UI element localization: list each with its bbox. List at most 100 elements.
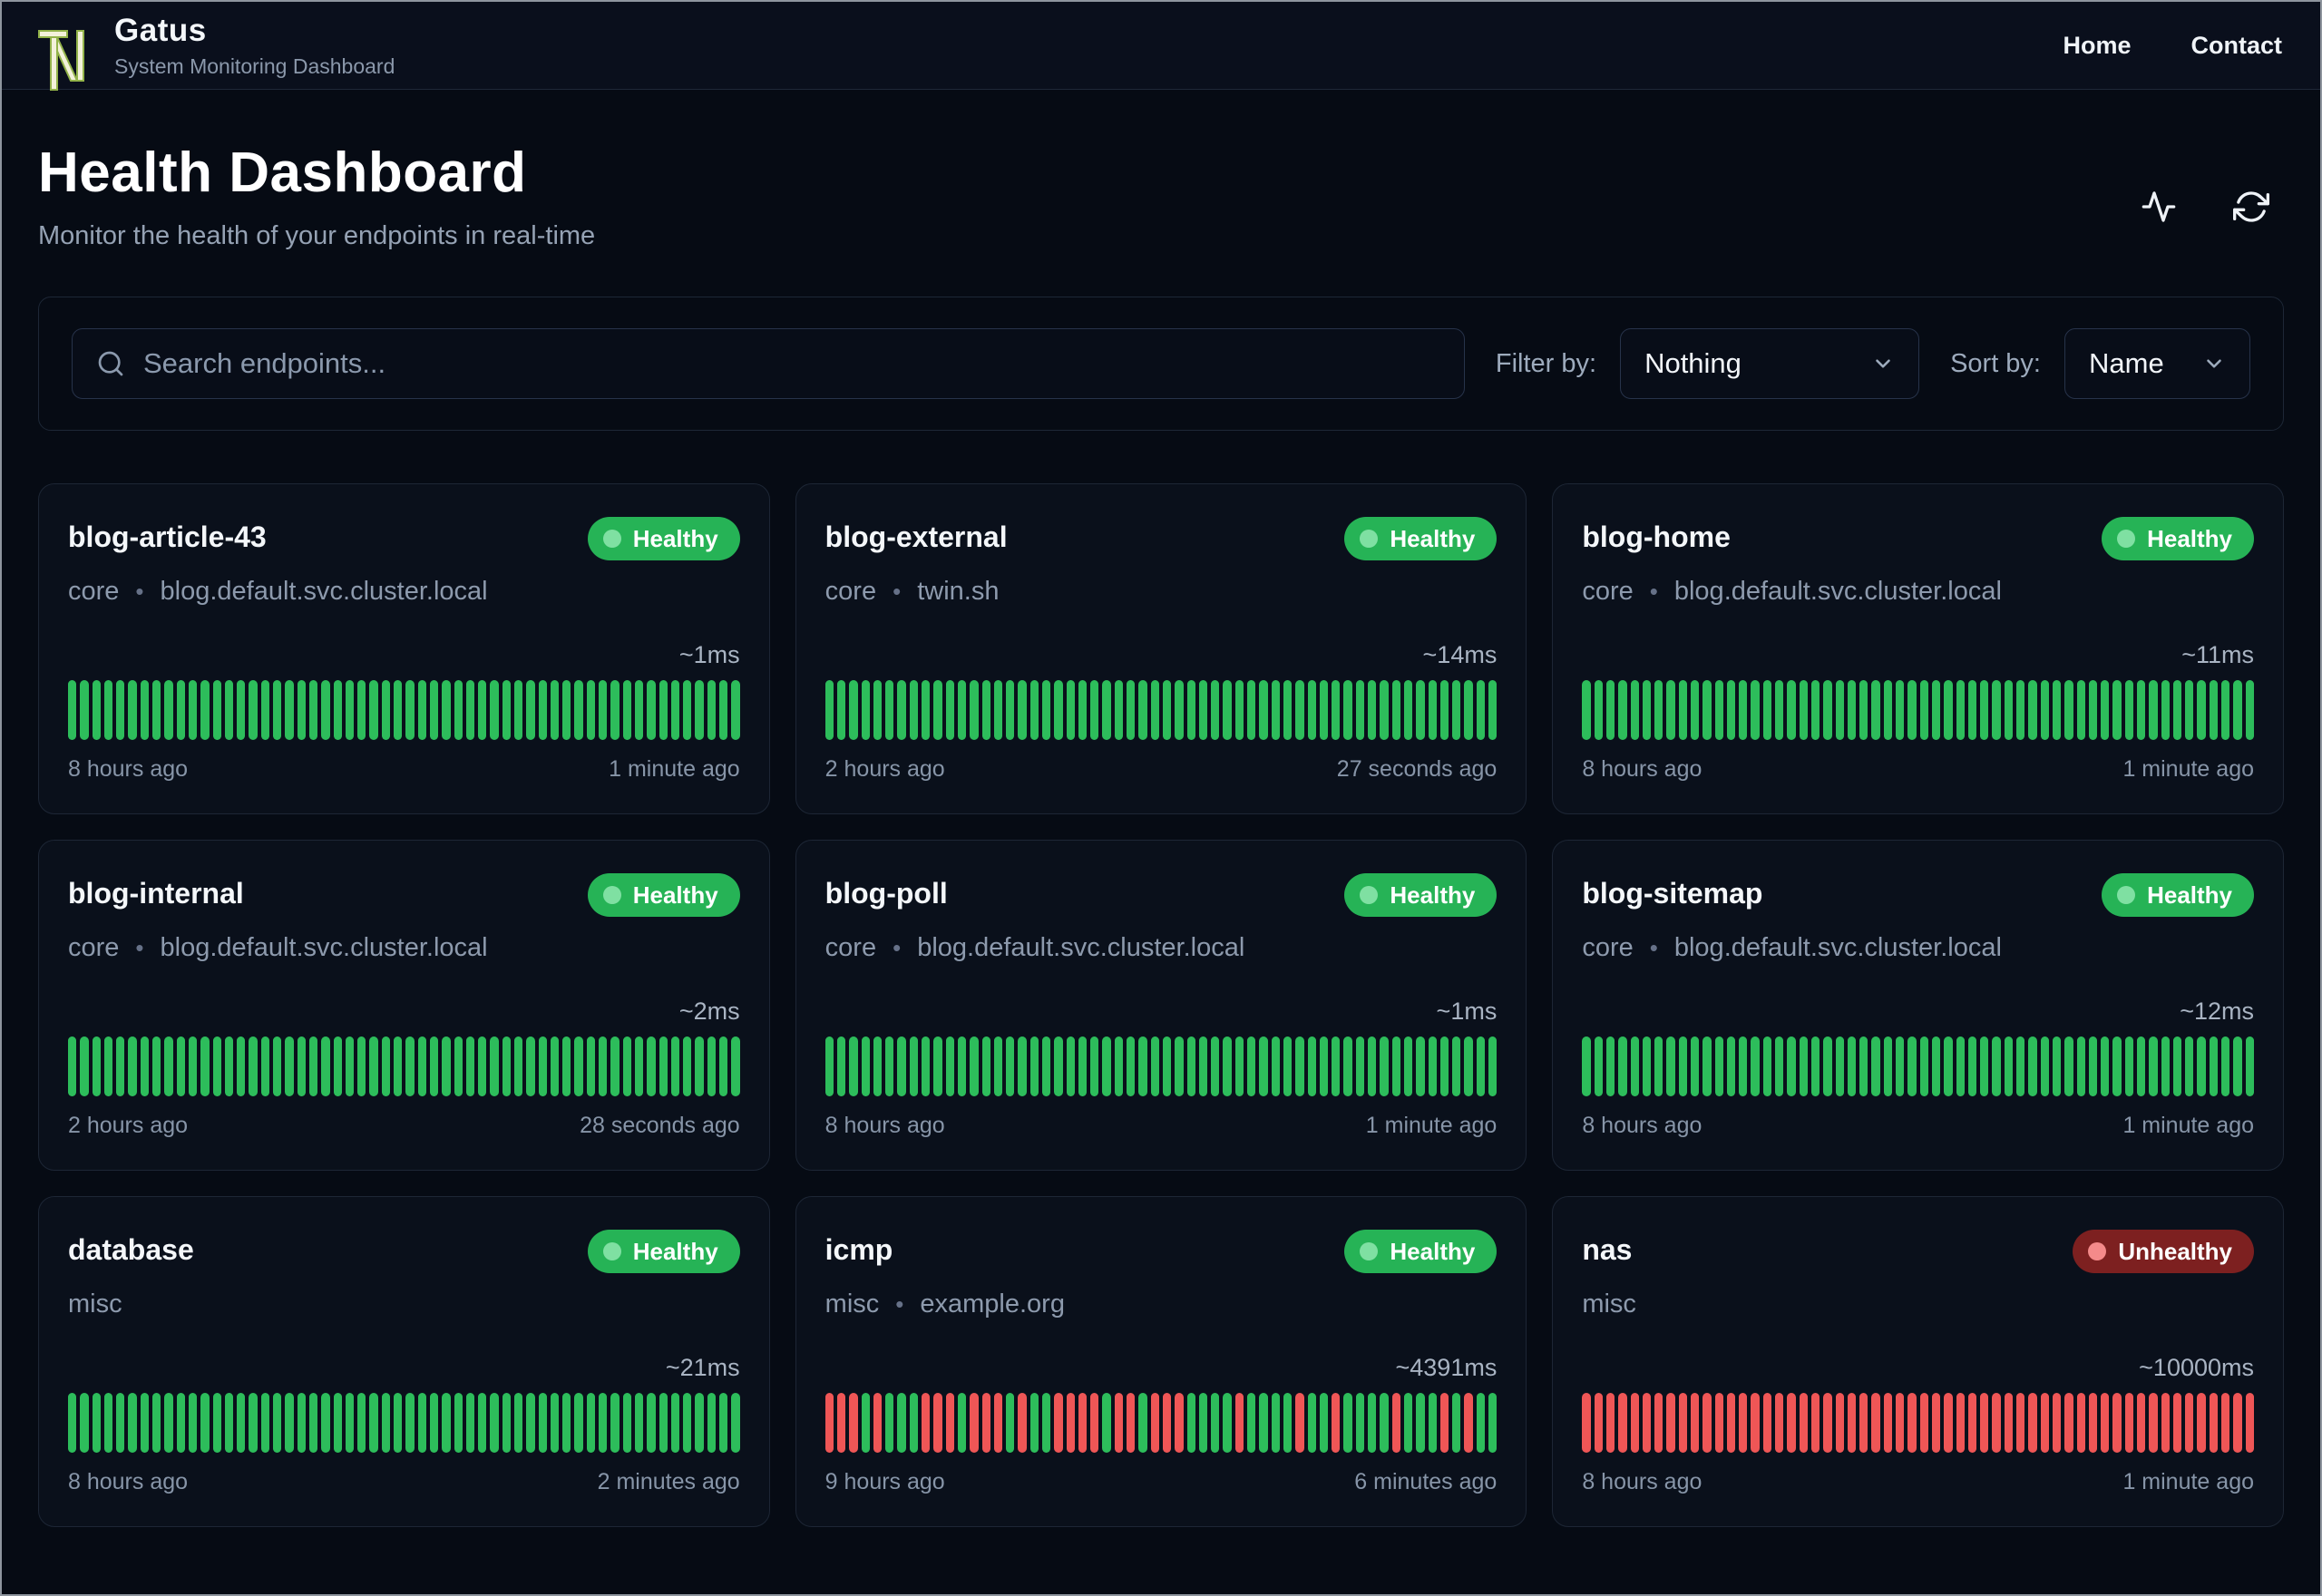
uptime-bar[interactable] (1343, 1393, 1352, 1453)
uptime-bar[interactable] (490, 680, 499, 740)
uptime-bar[interactable] (1355, 680, 1365, 740)
filter-select[interactable]: Nothing (1620, 328, 1920, 399)
uptime-bar[interactable] (1102, 680, 1111, 740)
uptime-bar[interactable] (2004, 680, 2014, 740)
uptime-bar[interactable] (731, 680, 740, 740)
uptime-bar[interactable] (1042, 1036, 1051, 1096)
uptime-bar[interactable] (1775, 680, 1784, 740)
uptime-bar[interactable] (909, 1036, 919, 1096)
uptime-bar[interactable] (1114, 1393, 1124, 1453)
uptime-bar[interactable] (2233, 1393, 2242, 1453)
uptime-bar[interactable] (1368, 1036, 1377, 1096)
uptime-bar[interactable] (538, 680, 547, 740)
uptime-bar[interactable] (188, 1393, 198, 1453)
uptime-bar[interactable] (993, 680, 1003, 740)
uptime-bar[interactable] (945, 1393, 954, 1453)
endpoint-card[interactable]: blog-external Healthy core • twin.sh ~14… (795, 483, 1527, 814)
uptime-bar[interactable] (1090, 680, 1099, 740)
uptime-bar[interactable] (1605, 1393, 1615, 1453)
uptime-bar[interactable] (260, 1036, 270, 1096)
uptime-bar[interactable] (634, 1393, 644, 1453)
uptime-bar[interactable] (861, 1393, 870, 1453)
uptime-bar[interactable] (2172, 680, 2182, 740)
uptime-bar[interactable] (2245, 1393, 2254, 1453)
uptime-bar[interactable] (212, 680, 221, 740)
uptime-bar[interactable] (2076, 1036, 2085, 1096)
uptime-bar[interactable] (442, 1393, 451, 1453)
uptime-bar[interactable] (1605, 680, 1615, 740)
uptime-bar[interactable] (836, 1036, 846, 1096)
uptime-bar[interactable] (550, 1036, 560, 1096)
uptime-bar[interactable] (308, 1393, 318, 1453)
uptime-bar[interactable] (140, 680, 150, 740)
uptime-bar[interactable] (1452, 680, 1461, 740)
uptime-bar[interactable] (502, 1393, 511, 1453)
uptime-bar[interactable] (526, 680, 535, 740)
uptime-bar[interactable] (80, 1036, 89, 1096)
uptime-bar[interactable] (103, 680, 113, 740)
uptime-bar[interactable] (1054, 1036, 1063, 1096)
uptime-bar[interactable] (297, 680, 306, 740)
uptime-bar[interactable] (465, 1393, 475, 1453)
uptime-bar[interactable] (1211, 1036, 1220, 1096)
uptime-bar[interactable] (1907, 680, 1917, 740)
uptime-bar[interactable] (1630, 1036, 1639, 1096)
uptime-bar[interactable] (1980, 680, 1989, 740)
uptime-bar[interactable] (417, 680, 426, 740)
uptime-bar[interactable] (1871, 1036, 1880, 1096)
uptime-bar[interactable] (2124, 1393, 2133, 1453)
uptime-bar[interactable] (2209, 1393, 2219, 1453)
uptime-bar[interactable] (429, 1393, 439, 1453)
uptime-bar[interactable] (2028, 1036, 2037, 1096)
uptime-bar[interactable] (1162, 1036, 1172, 1096)
uptime-bar[interactable] (1078, 1036, 1088, 1096)
uptime-bar[interactable] (1896, 680, 1905, 740)
uptime-bar[interactable] (1883, 1036, 1893, 1096)
uptime-bar[interactable] (1726, 1036, 1736, 1096)
uptime-bar[interactable] (599, 680, 608, 740)
uptime-bar[interactable] (490, 1036, 499, 1096)
uptime-bar[interactable] (719, 1036, 728, 1096)
uptime-bar[interactable] (103, 1393, 113, 1453)
uptime-bar[interactable] (1295, 1036, 1304, 1096)
uptime-bar[interactable] (345, 1393, 355, 1453)
uptime-bar[interactable] (1090, 1393, 1099, 1453)
uptime-bar[interactable] (1931, 1393, 1941, 1453)
nav-contact-link[interactable]: Contact (2191, 32, 2283, 60)
uptime-bar[interactable] (1186, 1036, 1195, 1096)
uptime-bar[interactable] (68, 1393, 77, 1453)
uptime-bar[interactable] (1186, 680, 1195, 740)
uptime-bar[interactable] (970, 1393, 979, 1453)
uptime-bar[interactable] (200, 1036, 210, 1096)
uptime-bar[interactable] (2197, 1036, 2206, 1096)
uptime-bar[interactable] (1654, 680, 1663, 740)
uptime-bar[interactable] (285, 1036, 294, 1096)
uptime-bar[interactable] (513, 680, 523, 740)
uptime-bar[interactable] (2101, 1036, 2110, 1096)
uptime-bar[interactable] (345, 1036, 355, 1096)
refresh-button[interactable] (2231, 188, 2271, 228)
uptime-bar[interactable] (1762, 680, 1772, 740)
uptime-bar[interactable] (2101, 1393, 2110, 1453)
uptime-bar[interactable] (1582, 1393, 1591, 1453)
uptime-bar[interactable] (1380, 680, 1389, 740)
uptime-bar[interactable] (1186, 1393, 1195, 1453)
uptime-bar[interactable] (659, 1393, 668, 1453)
uptime-bar[interactable] (574, 1393, 583, 1453)
uptime-bar[interactable] (2052, 680, 2062, 740)
uptime-bar[interactable] (2076, 680, 2085, 740)
uptime-bar[interactable] (670, 680, 680, 740)
uptime-bar[interactable] (1403, 680, 1413, 740)
uptime-bar[interactable] (683, 1036, 692, 1096)
uptime-bar[interactable] (116, 680, 125, 740)
uptime-bar[interactable] (1464, 680, 1473, 740)
uptime-bar[interactable] (731, 1036, 740, 1096)
uptime-bar[interactable] (1967, 680, 1977, 740)
uptime-bar[interactable] (1029, 1036, 1039, 1096)
uptime-bar[interactable] (897, 1036, 906, 1096)
uptime-bar[interactable] (1259, 1393, 1268, 1453)
uptime-bar[interactable] (152, 1036, 161, 1096)
uptime-bar[interactable] (1138, 1393, 1147, 1453)
uptime-bar[interactable] (2185, 680, 2194, 740)
uptime-bar[interactable] (1247, 1393, 1256, 1453)
